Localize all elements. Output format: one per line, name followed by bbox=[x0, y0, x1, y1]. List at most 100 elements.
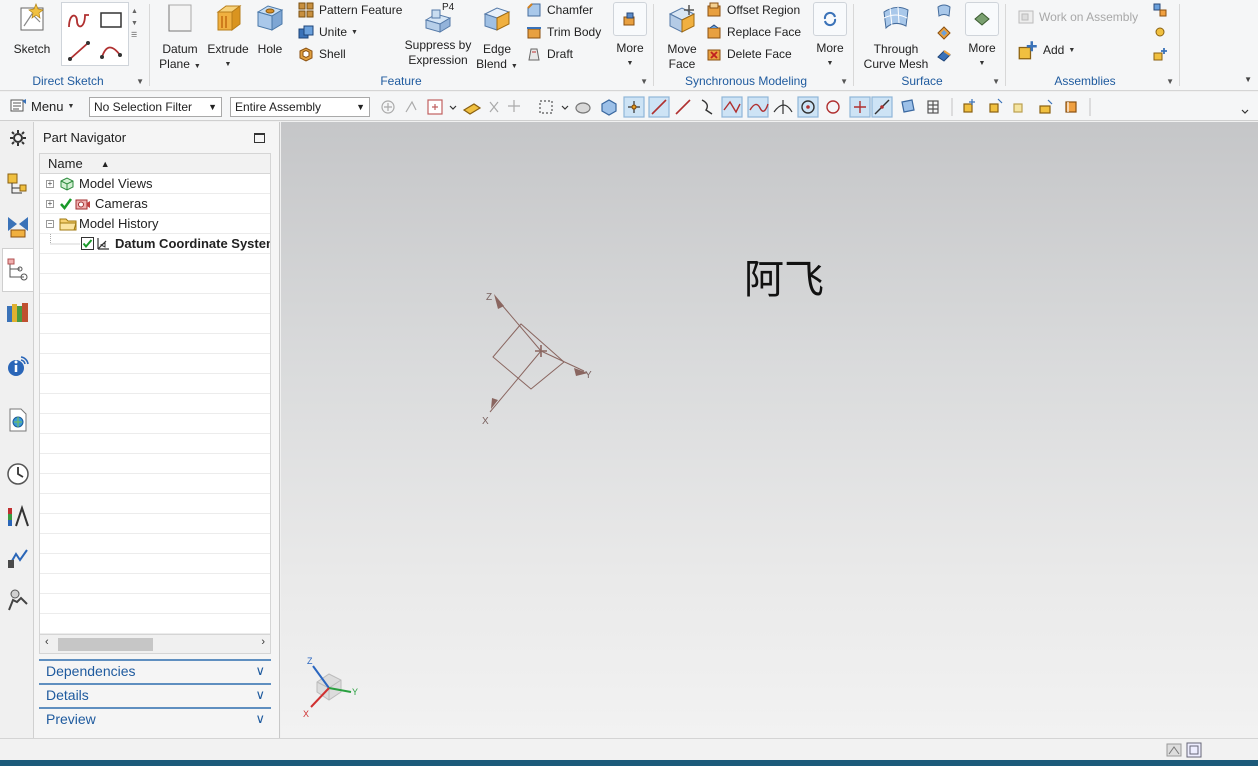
scrollbar-thumb[interactable] bbox=[58, 638, 153, 651]
surface-tool-3-icon[interactable] bbox=[936, 47, 952, 63]
dependencies-panel-header[interactable]: Dependencies ∨ bbox=[39, 659, 271, 681]
unite-button[interactable]: Unite ▼ bbox=[298, 22, 358, 42]
gallery-scroll[interactable]: ▲ ▼ ☰ bbox=[131, 6, 138, 42]
select-body-icon[interactable] bbox=[575, 102, 591, 114]
extrude-button[interactable]: Extrude ▼ bbox=[205, 2, 251, 72]
quadrant-snap-icon[interactable] bbox=[826, 100, 840, 114]
delete-face-button[interactable]: Delete Face bbox=[706, 44, 792, 64]
assembly-tool-1-icon[interactable] bbox=[1152, 2, 1168, 18]
scope-combo[interactable]: Entire Assembly ▼ bbox=[230, 97, 370, 117]
expand-icon[interactable]: + bbox=[46, 200, 54, 208]
add-component-button[interactable]: Add ▼ bbox=[1018, 40, 1075, 60]
pattern-feature-button[interactable]: Pattern Feature bbox=[298, 0, 402, 20]
lasso-icon[interactable] bbox=[539, 100, 553, 114]
selection-preview-icon[interactable] bbox=[1166, 742, 1182, 758]
draft-button[interactable]: Draft bbox=[526, 44, 573, 64]
pan-select-icon[interactable] bbox=[508, 100, 520, 112]
replace-face-button[interactable]: Replace Face bbox=[706, 22, 801, 42]
ribbon: Sketch ▲ ▼ ☰ Direct Sketch ▼ Datum Plane ▼ … bbox=[0, 0, 1258, 91]
column-header-name[interactable]: Name ▲ bbox=[40, 154, 270, 174]
move-face-button[interactable]: Move Face bbox=[660, 2, 704, 72]
assembly-tool-3-icon[interactable] bbox=[1152, 46, 1168, 62]
tree-row-datum-coordinate-system[interactable]: Datum Coordinate System bbox=[40, 234, 270, 254]
resource-reuse-library-tab[interactable] bbox=[6, 300, 30, 324]
assembly-navigator-tool-3-icon[interactable] bbox=[1013, 103, 1023, 113]
resource-process-studio-tab[interactable] bbox=[6, 504, 30, 528]
surface-tool-2-icon[interactable] bbox=[936, 25, 952, 41]
resource-settings-tab[interactable] bbox=[6, 126, 30, 150]
resource-history-tab[interactable] bbox=[6, 462, 30, 486]
work-on-assembly-button[interactable]: Work on Assembly bbox=[1018, 7, 1138, 27]
resource-manufacturing-wizards-tab[interactable] bbox=[6, 546, 30, 570]
group-launcher-direct-sketch[interactable]: ▼ bbox=[136, 77, 144, 86]
assembly-navigator-tool-2-icon[interactable] bbox=[989, 98, 1003, 113]
horizontal-scrollbar[interactable]: ‹ › bbox=[39, 634, 271, 654]
bounded-grid-icon[interactable] bbox=[927, 100, 939, 114]
dropdown-caret-icon[interactable] bbox=[449, 105, 457, 110]
tree-row-cameras[interactable]: + Cameras bbox=[40, 194, 270, 214]
general-selection-icon[interactable] bbox=[381, 100, 395, 114]
control-point-icon[interactable] bbox=[701, 99, 713, 115]
maximize-icon[interactable] bbox=[254, 133, 265, 143]
deselect-icon[interactable] bbox=[489, 101, 499, 113]
through-curve-mesh-button[interactable]: Through Curve Mesh bbox=[858, 2, 934, 72]
selection-filter-combo[interactable]: No Selection Filter ▼ bbox=[89, 97, 222, 117]
hole-button[interactable]: Hole bbox=[252, 2, 288, 57]
group-launcher-surface[interactable]: ▼ bbox=[992, 77, 1000, 86]
datum-plane-button[interactable]: Datum Plane ▼ bbox=[156, 2, 204, 74]
tree-row-model-history[interactable]: − Model History bbox=[40, 214, 270, 234]
assembly-navigator-tool-4-icon[interactable] bbox=[1039, 99, 1053, 114]
chamfer-button[interactable]: Chamfer bbox=[526, 0, 593, 20]
group-launcher-feature[interactable]: ▼ bbox=[640, 77, 648, 86]
resource-roles-tab[interactable] bbox=[6, 588, 30, 612]
tree-row-model-views[interactable]: + Model Views bbox=[40, 174, 270, 194]
surface-more-label: More bbox=[968, 41, 996, 55]
toolbar-options-caret[interactable] bbox=[1241, 109, 1249, 114]
surface-tool-1-icon[interactable] bbox=[936, 3, 952, 19]
assembly-tool-2-icon[interactable] bbox=[1152, 24, 1168, 40]
quick-pick-icon[interactable] bbox=[427, 99, 443, 115]
surface-more-button[interactable]: More ▼ bbox=[962, 2, 1002, 71]
expand-icon[interactable]: + bbox=[46, 180, 54, 188]
select-features-icon[interactable] bbox=[405, 100, 417, 113]
scroll-right-icon[interactable]: › bbox=[261, 636, 265, 648]
offset-region-button[interactable]: Offset Region bbox=[706, 0, 800, 20]
resource-web-browser-tab[interactable] bbox=[6, 408, 30, 432]
graphics-window[interactable]: 阿飞 Z Y X Z Y X bbox=[281, 122, 1258, 738]
tangent-snap-icon[interactable] bbox=[773, 100, 793, 114]
feature-more-button[interactable]: More ▼ bbox=[610, 2, 650, 71]
resource-part-navigator-tab[interactable] bbox=[2, 248, 33, 292]
details-panel-header[interactable]: Details ∨ bbox=[39, 683, 271, 705]
ribbon-options-caret[interactable]: ▼ bbox=[1244, 75, 1252, 84]
resource-constraint-navigator-tab[interactable] bbox=[6, 214, 30, 238]
menu-button[interactable]: Menu ▼ bbox=[10, 98, 74, 114]
group-launcher-assemblies[interactable]: ▼ bbox=[1166, 77, 1174, 86]
collapse-icon[interactable]: − bbox=[46, 220, 54, 228]
sync-more-button[interactable]: More ▼ bbox=[810, 2, 850, 71]
assembly-navigator-tool-1-icon[interactable] bbox=[963, 99, 975, 113]
midpoint-snap-icon[interactable] bbox=[675, 99, 691, 115]
select-solid-icon[interactable] bbox=[601, 99, 617, 116]
sketch-button[interactable]: Sketch bbox=[6, 2, 58, 57]
dropdown-caret-icon[interactable] bbox=[561, 105, 569, 110]
assembly-navigator-tool-5-icon[interactable] bbox=[1065, 101, 1077, 113]
point-on-face-icon[interactable] bbox=[901, 99, 915, 113]
select-component-icon[interactable] bbox=[462, 103, 482, 115]
datum-coordinate-system[interactable]: Z Y X bbox=[476, 284, 606, 429]
scroll-left-icon[interactable]: ‹ bbox=[45, 636, 49, 648]
resource-hd3d-tools-tab[interactable] bbox=[6, 354, 30, 378]
draft-icon bbox=[528, 48, 540, 61]
suppress-by-expression-button[interactable]: P4 Suppress by Expression bbox=[402, 2, 474, 68]
group-launcher-sync[interactable]: ▼ bbox=[840, 77, 848, 86]
full-screen-icon[interactable] bbox=[1186, 742, 1202, 758]
checkbox-checked-icon[interactable] bbox=[81, 237, 94, 250]
sketch-curve-gallery[interactable] bbox=[61, 2, 129, 66]
view-triad[interactable]: Z Y X bbox=[301, 652, 371, 722]
edge-blend-button[interactable]: Edge Blend ▼ bbox=[476, 2, 518, 74]
tree-row-empty bbox=[40, 534, 270, 554]
resource-assembly-navigator-tab[interactable] bbox=[6, 172, 30, 196]
preview-panel-header[interactable]: Preview ∨ bbox=[39, 707, 271, 729]
selection-tools[interactable] bbox=[378, 96, 1258, 118]
shell-button[interactable]: Shell bbox=[298, 44, 346, 64]
trim-body-button[interactable]: Trim Body bbox=[526, 22, 601, 42]
